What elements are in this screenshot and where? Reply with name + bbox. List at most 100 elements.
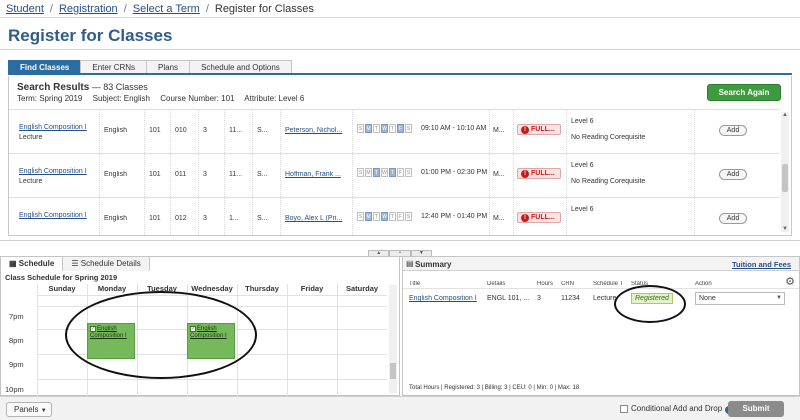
class-title-link[interactable]: English Composition I <box>19 168 87 175</box>
hours-cell: 3 <box>203 215 207 222</box>
meeting-time: 12:40 PM - 01:40 PM <box>421 213 488 220</box>
summary-panel: ▤ Summary Tuition and Fees ⚙ Title Detai… <box>402 256 800 396</box>
column-divider <box>170 109 171 235</box>
column-divider <box>99 109 100 235</box>
day-mon: M <box>365 212 372 221</box>
conditional-checkbox[interactable] <box>620 404 628 413</box>
totals-bar: Total Hours | Registered: 3 | Billing: 3… <box>409 385 580 391</box>
breadcrumb-student[interactable]: Student <box>6 3 44 15</box>
summary-hours: 3 <box>537 295 541 302</box>
summary-details: ENGL 101, ... <box>487 295 530 302</box>
breadcrumb-select-term[interactable]: Select a Term <box>133 3 200 15</box>
instructor-link[interactable]: Hoffman, Frank ... <box>285 171 341 178</box>
course-criteria: Course Number: 101 <box>160 94 235 103</box>
class-title-link[interactable]: English Composition I <box>19 124 87 131</box>
col-action: Action <box>695 281 712 287</box>
tuition-fees-link[interactable]: Tuition and Fees <box>732 260 791 269</box>
col-crn: CRN <box>561 281 574 287</box>
tab-schedule-options[interactable]: Schedule and Options <box>189 60 292 74</box>
summary-title: Summary <box>415 260 452 269</box>
column-divider <box>252 109 253 235</box>
day-header: Tuesday <box>147 284 177 293</box>
checkmark-icon: ✓ <box>90 326 96 332</box>
full-status-badge: ! FULL... <box>517 212 561 223</box>
campus-cell: M... <box>493 215 505 222</box>
table-row: English Composition I Lecture English 101… <box>9 153 779 197</box>
day-wed: W <box>381 168 388 177</box>
day-sat: S <box>405 124 412 133</box>
summary-title-link[interactable]: English Composition I <box>409 295 477 302</box>
instructor-link[interactable]: Boyo, Alex L (Pri... <box>285 215 342 222</box>
term-cell: S... <box>257 171 268 178</box>
column-divider <box>280 109 281 235</box>
schedule-event-wednesday[interactable]: ✓ English Composition I <box>187 323 235 359</box>
meeting-days: SMTWTFS <box>357 168 413 177</box>
class-title-link[interactable]: English Composition I <box>19 212 87 219</box>
submit-button[interactable]: Submit <box>728 401 784 417</box>
summary-crn: 11234 <box>561 295 580 302</box>
schedule-scrollbar[interactable] <box>389 285 397 393</box>
breadcrumb: Student / Registration / Select a Term / Regis… <box>6 3 314 15</box>
day-sun: S <box>357 212 364 221</box>
grid-row-line <box>37 306 387 307</box>
attribute-note: No Reading Corequisite <box>571 134 646 141</box>
subject-cell: English <box>104 215 127 222</box>
tab-enter-crns[interactable]: Enter CRNs <box>80 60 148 74</box>
tab-plans[interactable]: Plans <box>146 60 191 74</box>
day-thu: T <box>389 212 396 221</box>
tab-schedule[interactable]: ▦ Schedule <box>1 257 64 271</box>
day-wed: W <box>381 124 388 133</box>
results-scrollbar[interactable]: ▲ ▼ <box>781 112 789 232</box>
section-cell: 011 <box>175 171 187 178</box>
scroll-thumb[interactable] <box>782 164 788 192</box>
col-details: Details <box>487 281 506 287</box>
action-select[interactable]: None ▼ <box>695 292 785 305</box>
instructor-link[interactable]: Peterson, Nichol... <box>285 127 342 134</box>
breadcrumb-current: Register for Classes <box>214 3 314 15</box>
search-results-panel: Search Results — 83 Classes Term: Spring… <box>8 76 792 236</box>
day-sat: S <box>405 168 412 177</box>
tab-schedule-details[interactable]: ☰ Schedule Details <box>63 257 150 271</box>
schedule-scroll-thumb[interactable] <box>390 363 396 379</box>
conditional-add-drop: Conditional Add and Dropi <box>620 404 734 414</box>
panels-button[interactable]: Panels ▼ <box>6 402 52 417</box>
search-criteria: Term: Spring 2019 Subject: English Cours… <box>17 94 312 103</box>
add-button[interactable]: Add <box>719 125 747 136</box>
add-button[interactable]: Add <box>719 213 747 224</box>
meeting-time: 09:10 AM - 10:10 AM <box>421 125 487 132</box>
subject-criteria: Subject: English <box>92 94 150 103</box>
add-button[interactable]: Add <box>719 169 747 180</box>
day-mon: M <box>365 124 372 133</box>
column-divider <box>224 109 225 235</box>
column-divider <box>694 109 695 235</box>
day-header: Friday <box>300 284 324 293</box>
schedule-caption: Class Schedule for Spring 2019 <box>5 273 118 282</box>
schedule-event-monday[interactable]: ✓ English Composition I <box>87 323 135 359</box>
meeting-days: SMTWTFS <box>357 124 413 133</box>
course-cell: 101 <box>149 215 161 222</box>
search-again-button[interactable]: Search Again <box>707 84 781 101</box>
crn-cell: 11... <box>229 171 243 178</box>
main-tabs: Find Classes Enter CRNs Plans Schedule a… <box>8 60 292 74</box>
day-mon: M <box>365 168 372 177</box>
class-title-cell: English Composition I <box>19 211 97 221</box>
column-divider <box>566 109 567 235</box>
panel-splitter[interactable] <box>0 240 800 248</box>
day-fri: F <box>397 212 404 221</box>
summary-schedule-type: Lecture <box>593 295 617 302</box>
term-cell: S... <box>257 127 268 134</box>
tab-find-classes[interactable]: Find Classes <box>8 60 82 74</box>
scroll-down-icon[interactable]: ▼ <box>782 226 788 232</box>
checkmark-icon: ✓ <box>190 326 196 332</box>
breadcrumb-registration[interactable]: Registration <box>59 3 118 15</box>
hours-cell: 3 <box>203 171 207 178</box>
col-schedule-type: Schedule T <box>593 281 624 287</box>
course-cell: 101 <box>149 171 161 178</box>
summary-columns: Title Details Hours CRN Schedule T Statu… <box>403 279 799 289</box>
summary-course-title: English Composition I <box>409 295 477 302</box>
col-title: Title <box>409 281 421 287</box>
column-divider <box>489 109 490 235</box>
header-divider <box>0 17 800 18</box>
scroll-up-icon[interactable]: ▲ <box>782 112 788 118</box>
day-sun: S <box>357 124 364 133</box>
